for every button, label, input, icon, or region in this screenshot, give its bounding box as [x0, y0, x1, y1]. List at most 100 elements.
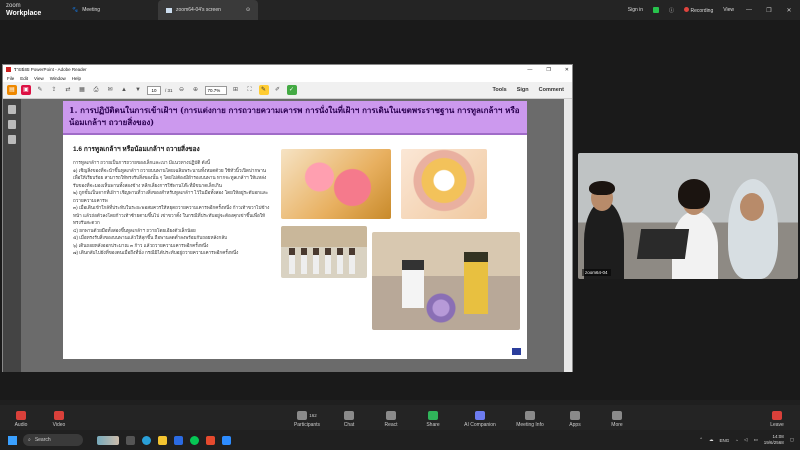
reader-close-icon[interactable]: ✕	[565, 67, 569, 73]
zoom-in-icon[interactable]: ⊕	[191, 85, 201, 95]
recording-indicator[interactable]: Recording	[684, 6, 713, 14]
ai-companion-button[interactable]: AI Companion	[458, 411, 502, 428]
navigation-pane	[3, 99, 21, 372]
menu-edit[interactable]: Edit	[20, 76, 28, 81]
share-icon[interactable]: ⇄	[63, 85, 73, 95]
share-screen-icon	[428, 411, 438, 420]
file-explorer-icon[interactable]	[158, 435, 167, 445]
leave-button[interactable]: Leave	[760, 411, 794, 428]
meeting-info-button[interactable]: Meeting Info	[510, 411, 550, 428]
participant-video[interactable]: zoom64-04	[578, 153, 798, 279]
prev-page-icon[interactable]: ▲	[119, 85, 129, 95]
vertical-scrollbar[interactable]	[564, 99, 572, 372]
info-icon[interactable]: ⓘ	[669, 7, 674, 14]
email-icon[interactable]: ✉	[105, 85, 115, 95]
taskbar-search[interactable]: ⌕ Search	[23, 434, 83, 446]
chat-button[interactable]: Chat	[332, 411, 366, 428]
notification-icon[interactable]: ▢	[790, 437, 794, 443]
document-viewport[interactable]: 1. การปฏิบัติตนในการเข้าเฝ้าฯ (การแต่งกา…	[3, 99, 572, 372]
tab-meeting[interactable]: 🐾 Meeting	[64, 0, 108, 20]
highlight-icon[interactable]: ✐	[273, 85, 283, 95]
more-label: More	[611, 422, 623, 428]
menu-help[interactable]: Help	[72, 76, 81, 81]
body-line: ๖) เดินถอยหลังออกประมาณ ๓ ก้าว แล้วถวายค…	[73, 242, 209, 248]
leave-icon	[772, 411, 782, 420]
menu-file[interactable]: File	[7, 76, 14, 81]
restore-icon[interactable]: ❐	[764, 7, 774, 14]
edit-icon[interactable]: ✎	[35, 85, 45, 95]
language-indicator[interactable]: ENG	[719, 438, 729, 443]
clock-date: 19/6/2568	[763, 440, 784, 445]
bookmarks-panel-icon[interactable]	[8, 120, 16, 129]
chevron-up-icon[interactable]: ⌃	[699, 437, 703, 443]
zoom-icon[interactable]	[222, 435, 231, 445]
ai-companion-label: AI Companion	[464, 422, 496, 428]
mic-muted-icon	[16, 411, 26, 420]
clock[interactable]: 14:08 19/6/2568	[764, 434, 784, 446]
next-page-icon[interactable]: ▼	[133, 85, 143, 95]
sign-in-link[interactable]: Sign in	[628, 7, 643, 13]
camera-off-icon	[54, 411, 64, 420]
windows-start-icon[interactable]	[8, 435, 17, 445]
menu-view[interactable]: View	[34, 76, 44, 81]
shield-icon[interactable]	[653, 7, 660, 13]
person-figure	[301, 248, 307, 274]
slide-header: 1. การปฏิบัติตนในการเข้าเฝ้าฯ (การแต่งกา…	[63, 101, 527, 135]
audio-button[interactable]: Audio	[4, 411, 38, 428]
attachments-panel-icon[interactable]	[8, 135, 16, 144]
search-icon: ⌕	[28, 437, 31, 443]
word-icon[interactable]	[174, 435, 183, 445]
body-line: ๒) ถูกขั้นเป็นจากที่เฝ้าฯ เชิญพานที่วางส…	[73, 190, 269, 203]
face-right	[740, 193, 764, 221]
comment-pane-button[interactable]: Comment	[539, 87, 564, 93]
audio-label: Audio	[14, 422, 28, 428]
reader-restore-icon[interactable]: ❐	[546, 67, 550, 73]
share-label: Share	[426, 422, 440, 428]
floral-garland-photo	[401, 149, 487, 219]
view-menu[interactable]: View	[723, 7, 734, 13]
menu-window[interactable]: Window	[50, 76, 66, 81]
task-view-icon[interactable]	[126, 435, 135, 445]
video-button[interactable]: Video	[42, 411, 76, 428]
export-icon[interactable]: ⇪	[49, 85, 59, 95]
more-options-icon[interactable]: ⊙	[246, 7, 250, 13]
save-icon[interactable]: ▦	[77, 85, 87, 95]
close-icon[interactable]: ✕	[784, 7, 794, 14]
react-button[interactable]: React	[374, 411, 408, 428]
create-pdf-icon[interactable]: ▣	[21, 85, 31, 95]
apps-button[interactable]: Apps	[558, 411, 592, 428]
tools-pane-button[interactable]: Tools	[492, 87, 506, 93]
chrome-icon[interactable]	[206, 435, 215, 445]
taskbar-apps	[97, 435, 231, 445]
person-figure	[402, 260, 424, 308]
edge-icon[interactable]	[142, 435, 151, 445]
group-photo	[281, 226, 367, 278]
info-circle-icon	[525, 411, 535, 420]
zoom-level-select[interactable]: 70.7%	[204, 85, 227, 95]
fit-page-icon[interactable]: ⊞	[231, 85, 241, 95]
comment-icon[interactable]: ✎	[258, 85, 269, 95]
minimize-icon[interactable]: —	[744, 7, 754, 13]
line-icon[interactable]	[190, 435, 199, 445]
sign-pane-button[interactable]: Sign	[517, 87, 529, 93]
sign-icon[interactable]: ✓	[286, 85, 297, 95]
tab-shared-screen[interactable]: zoom64-04's screen ⊙	[158, 0, 259, 20]
participants-button[interactable]: 162 Participants	[290, 411, 324, 428]
volume-icon[interactable]: ◁	[744, 437, 747, 443]
battery-icon[interactable]: ▭	[753, 437, 757, 443]
ellipsis-icon	[612, 411, 622, 420]
more-button[interactable]: More	[600, 411, 634, 428]
wifi-icon[interactable]: ◔	[735, 438, 738, 443]
zoom-out-icon[interactable]: ⊖	[177, 85, 187, 95]
page-number-input[interactable]: 10	[147, 85, 161, 95]
pages-panel-icon[interactable]	[8, 105, 16, 114]
cloud-icon[interactable]: ☁	[709, 437, 714, 443]
share-button[interactable]: Share	[416, 411, 450, 428]
fullscreen-icon[interactable]: ⛶	[245, 85, 255, 95]
react-label: React	[384, 422, 398, 428]
widget-icon[interactable]	[97, 435, 119, 445]
reader-minimize-icon[interactable]: —	[527, 67, 532, 73]
page-total: / 31	[165, 87, 173, 93]
open-icon[interactable]: ▤	[7, 85, 17, 95]
print-icon[interactable]: ⎙	[91, 85, 101, 95]
